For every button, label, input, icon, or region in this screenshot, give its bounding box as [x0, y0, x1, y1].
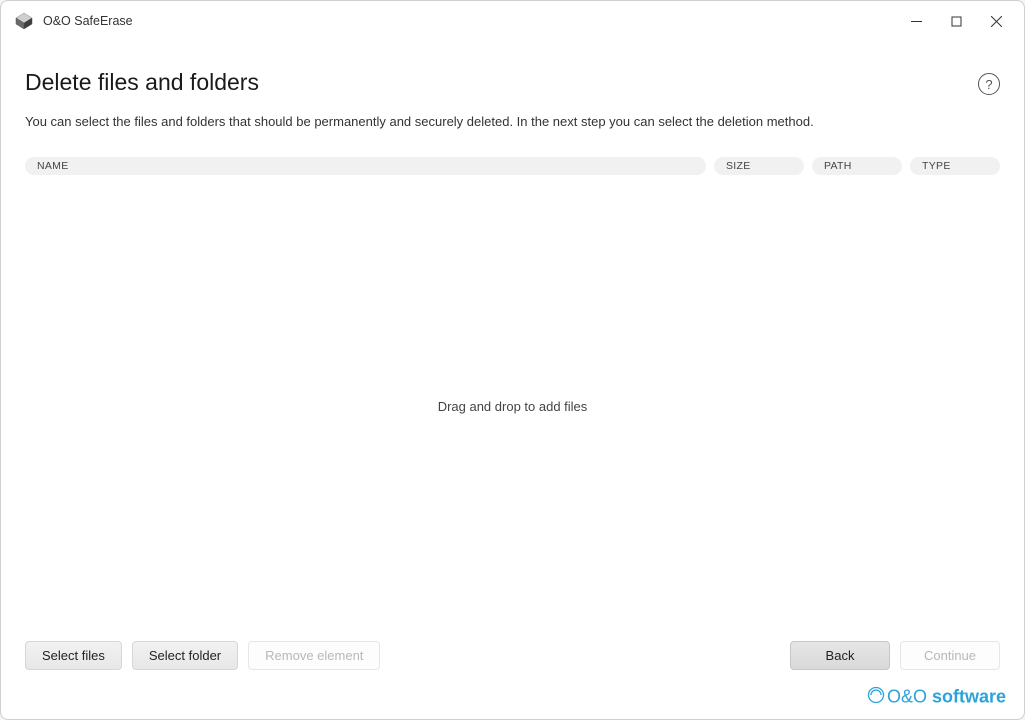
branding: O&O software [1, 686, 1024, 719]
titlebar: O&O SafeErase [1, 1, 1024, 41]
app-title: O&O SafeErase [43, 14, 896, 28]
page-description: You can select the files and folders tha… [25, 114, 1000, 129]
help-icon[interactable]: ? [978, 73, 1000, 95]
column-headers: NAME SIZE PATH TYPE [25, 157, 1000, 175]
continue-button: Continue [900, 641, 1000, 670]
maximize-button[interactable] [936, 6, 976, 36]
brand-swirl-icon [867, 686, 885, 709]
footer-buttons: Select files Select folder Remove elemen… [25, 631, 1000, 674]
column-header-type[interactable]: TYPE [910, 157, 1000, 175]
page-title: Delete files and folders [25, 69, 259, 96]
close-button[interactable] [976, 6, 1016, 36]
select-files-button[interactable]: Select files [25, 641, 122, 670]
app-icon [13, 10, 35, 32]
content-area: Delete files and folders ? You can selec… [1, 41, 1024, 686]
column-header-size[interactable]: SIZE [714, 157, 804, 175]
window-controls [896, 6, 1016, 36]
select-folder-button[interactable]: Select folder [132, 641, 238, 670]
brand-text-2: software [932, 686, 1006, 706]
back-button[interactable]: Back [790, 641, 890, 670]
app-window: O&O SafeErase Delete files and folders ?… [0, 0, 1025, 720]
column-header-name[interactable]: NAME [25, 157, 706, 175]
header-row: Delete files and folders ? [25, 69, 1000, 114]
column-header-path[interactable]: PATH [812, 157, 902, 175]
drop-area[interactable]: Drag and drop to add files [25, 181, 1000, 631]
brand-text-1: O&O [887, 686, 932, 706]
drop-hint: Drag and drop to add files [438, 399, 588, 414]
remove-element-button: Remove element [248, 641, 380, 670]
minimize-button[interactable] [896, 6, 936, 36]
